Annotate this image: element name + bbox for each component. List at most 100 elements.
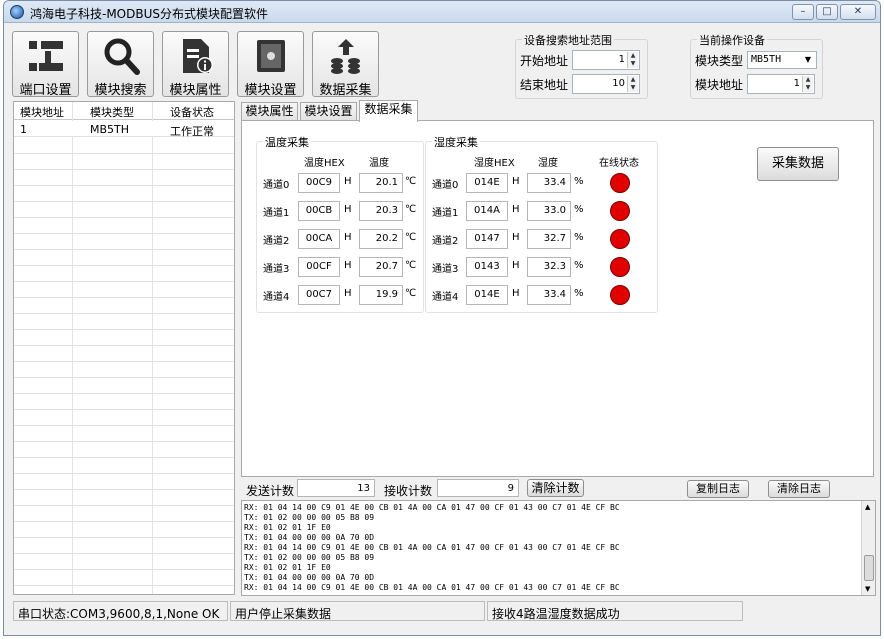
row-address: 1 [20,123,27,136]
humidity-hex-field[interactable]: 0143 [466,257,508,277]
table-row[interactable]: 1 MB5TH 工作正常 [14,121,234,138]
port-settings-icon [29,41,63,71]
humidity-hex-field[interactable]: 014E [466,285,508,305]
temperature-value-field[interactable]: 20.7 [359,257,403,277]
table-row-empty [14,538,234,554]
receive-count-field[interactable]: 9 [437,479,519,497]
communication-log[interactable]: RX: 01 04 14 00 C9 01 4E 00 CB 01 4A 00 … [241,500,876,596]
table-row-empty [14,154,234,170]
temperature-value-field[interactable]: 19.9 [359,285,403,305]
start-address-stepper[interactable]: 1 ▲ ▼ [572,50,640,70]
temperature-value-header: 温度 [369,158,389,169]
table-row-empty [14,394,234,410]
scroll-thumb[interactable] [864,555,874,581]
humidity-value-field[interactable]: 33.4 [527,285,571,305]
module-type-value: MB5TH [751,54,782,65]
column-header-type[interactable]: 模块类型 [90,104,134,120]
log-line: TX: 01 02 00 00 00 05 B8 09 [244,553,375,562]
scroll-down-icon[interactable]: ▼ [865,585,870,593]
column-divider [72,102,73,594]
temperature-value-field[interactable]: 20.2 [359,229,403,249]
row-status: 工作正常 [170,125,214,138]
column-header-status[interactable]: 设备状态 [170,104,214,120]
temperature-channel-label: 通道3 [263,264,290,275]
table-row-empty [14,442,234,458]
module-settings-button[interactable]: 模块设置 [237,31,304,98]
temperature-hex-field[interactable]: 00CA [298,229,340,249]
module-search-button[interactable]: 模块搜索 [87,31,154,98]
log-scrollbar[interactable]: ▲ ▼ [861,501,875,595]
temperature-hex-field[interactable]: 00C7 [298,285,340,305]
send-count-field[interactable]: 13 [297,479,375,497]
minimize-button[interactable]: – [792,4,814,20]
tab-module-properties[interactable]: 模块属性 [241,102,298,120]
module-type-select[interactable]: MB5TH ▼ [747,51,817,69]
humidity-unit-label: % [574,288,584,299]
module-properties-button[interactable]: 模块属性 [162,31,229,98]
humidity-value-field[interactable]: 33.0 [527,201,571,221]
port-settings-button[interactable]: 端口设置 [12,31,79,98]
online-status-indicator [610,229,630,249]
log-line: TX: 01 04 00 00 00 0A 70 0D [244,533,375,542]
temperature-value-field[interactable]: 20.1 [359,173,403,193]
scroll-up-icon[interactable]: ▲ [865,503,870,511]
device-list[interactable]: 模块地址 模块类型 设备状态 1 MB5TH 工作正常 [13,101,235,595]
device-list-header: 模块地址 模块类型 设备状态 [14,102,234,120]
temperature-hex-field[interactable]: 00CF [298,257,340,277]
temperature-value-field[interactable]: 20.3 [359,201,403,221]
tab-data-collect[interactable]: 数据采集 [359,100,418,122]
data-collect-label: 数据采集 [319,83,372,98]
humidity-hex-field[interactable]: 0147 [466,229,508,249]
humidity-value-field[interactable]: 33.4 [527,173,571,193]
column-header-address[interactable]: 模块地址 [20,104,64,120]
humidity-value-field[interactable]: 32.3 [527,257,571,277]
collect-data-button[interactable]: 采集数据 [757,147,839,181]
humidity-channel-label: 通道3 [432,264,459,275]
table-row-empty [14,410,234,426]
close-button[interactable]: ✕ [840,4,876,20]
humidity-hex-field[interactable]: 014A [466,201,508,221]
humidity-hex-field[interactable]: 014E [466,173,508,193]
table-row-empty [14,586,234,594]
end-address-stepper[interactable]: 10 ▲ ▼ [572,74,640,94]
spin-arrows-icon[interactable]: ▲ ▼ [627,76,638,92]
table-row-empty [14,202,234,218]
table-row-empty [14,170,234,186]
maximize-button[interactable]: □ [816,4,838,20]
end-address-value: 10 [612,78,625,89]
temperature-channel-label: 通道2 [263,236,290,247]
properties-icon [183,39,213,73]
online-status-indicator [610,257,630,277]
data-collect-button[interactable]: 数据采集 [312,31,379,98]
module-settings-label: 模块设置 [244,83,297,98]
spin-arrows-icon[interactable]: ▲ ▼ [627,52,638,68]
table-row-empty [14,138,234,154]
close-icon: ✕ [853,6,863,17]
hex-unit-label: H [512,260,520,271]
temperature-hex-field[interactable]: 00CB [298,201,340,221]
end-address-label: 结束地址 [520,78,569,92]
hex-unit-label: H [512,232,520,243]
table-row-empty [14,330,234,346]
hex-unit-label: H [344,288,352,299]
table-row-empty [14,186,234,202]
temperature-hex-field[interactable]: 00C9 [298,173,340,193]
tab-module-settings[interactable]: 模块设置 [300,102,357,120]
module-address-value: 1 [793,78,800,89]
table-row-empty [14,458,234,474]
spin-arrows-icon[interactable]: ▲ ▼ [802,76,813,92]
humidity-value-field[interactable]: 32.7 [527,229,571,249]
table-row-empty [14,314,234,330]
table-row-empty [14,266,234,282]
chevron-down-icon[interactable]: ▼ [801,53,815,67]
copy-log-button[interactable]: 复制日志 [687,480,749,498]
temperature-unit-label: ℃ [405,260,417,271]
online-status-indicator [610,285,630,305]
temperature-title: 温度采集 [263,134,311,150]
clear-count-button[interactable]: 清除计数 [527,479,584,497]
temperature-unit-label: ℃ [405,176,417,187]
humidity-unit-label: % [574,260,584,271]
clear-log-button[interactable]: 清除日志 [768,480,830,498]
module-address-stepper[interactable]: 1 ▲ ▼ [747,74,815,94]
table-row-empty [14,426,234,442]
